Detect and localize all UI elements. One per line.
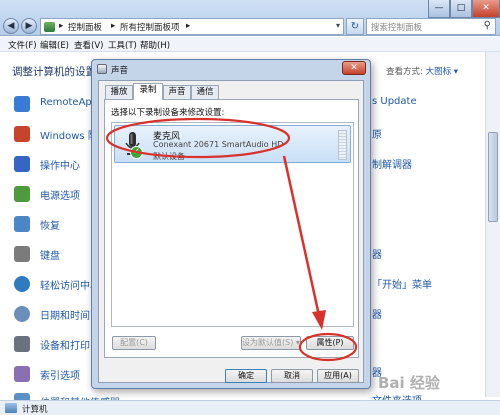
device-state: 默认设备 bbox=[153, 152, 185, 161]
instruction-text: 选择以下录制设备来修改设置: bbox=[111, 108, 225, 118]
cp-item-modem[interactable]: 制解调器 bbox=[372, 156, 412, 171]
cp-item-start-menu[interactable]: 「开始」菜单 bbox=[372, 276, 432, 291]
printer-icon bbox=[14, 336, 30, 352]
cancel-button[interactable]: 取消 bbox=[271, 369, 313, 383]
recording-page: 选择以下录制设备来修改设置: ✓ 麦克风 Conexant 20671 Smar… bbox=[104, 99, 359, 358]
minimize-button[interactable]: — bbox=[428, 0, 450, 18]
tab-recording[interactable]: 录制 bbox=[133, 83, 163, 100]
tab-sounds[interactable]: 声音 bbox=[163, 85, 191, 99]
set-default-button[interactable]: 设为默认值(S) ▾ bbox=[241, 336, 301, 350]
page-title: 调整计算机的设置 bbox=[12, 66, 96, 78]
computer-icon bbox=[5, 403, 17, 413]
address-separator: ▸ bbox=[59, 21, 64, 31]
tab-communications[interactable]: 通信 bbox=[191, 85, 219, 99]
remoteapp-icon bbox=[14, 96, 30, 112]
address-bar[interactable]: ▸ 控制面板 ▸ 所有控制面板项 ▸ ▾ bbox=[40, 18, 344, 35]
close-button[interactable]: ✕ bbox=[472, 0, 500, 18]
menu-bar: 文件(F) 编辑(E) 查看(V) 工具(T) 帮助(H) bbox=[0, 37, 500, 52]
dialog-titlebar[interactable]: 声音 ✕ bbox=[92, 60, 370, 78]
default-check-icon: ✓ bbox=[130, 146, 143, 159]
dialog-close-button[interactable]: ✕ bbox=[342, 61, 366, 75]
recovery-icon bbox=[14, 216, 30, 232]
magnifier-icon bbox=[14, 366, 30, 382]
device-list[interactable]: ✓ 麦克风 Conexant 20671 SmartAudio HD 默认设备 bbox=[111, 122, 354, 327]
apply-button[interactable]: 应用(A) bbox=[317, 369, 359, 383]
search-icon[interactable]: ⚲ bbox=[484, 20, 491, 31]
control-panel-titlebar: — □ ✕ ◀ ▶ ▸ 控制面板 ▸ 所有控制面板项 ▸ ▾ ↻ 搜索控制面板 … bbox=[0, 0, 500, 36]
device-item-microphone[interactable]: ✓ 麦克风 Conexant 20671 SmartAudio HD 默认设备 bbox=[114, 125, 351, 163]
back-button[interactable]: ◀ bbox=[3, 18, 19, 34]
tab-playback[interactable]: 播放 bbox=[105, 85, 133, 99]
view-mode-label: 查看方式: bbox=[386, 67, 423, 77]
control-panel-scrollbar[interactable] bbox=[485, 52, 500, 397]
menu-view[interactable]: 查看(V) bbox=[74, 39, 103, 51]
battery-icon bbox=[14, 186, 30, 202]
menu-help[interactable]: 帮助(H) bbox=[140, 39, 170, 51]
firewall-icon bbox=[14, 126, 30, 142]
screen: — □ ✕ ◀ ▶ ▸ 控制面板 ▸ 所有控制面板项 ▸ ▾ ↻ 搜索控制面板 … bbox=[0, 0, 500, 415]
scrollbar-thumb[interactable] bbox=[488, 132, 498, 222]
address-separator: ▸ bbox=[111, 21, 116, 31]
ok-button[interactable]: 确定 bbox=[225, 369, 267, 383]
forward-button[interactable]: ▶ bbox=[21, 18, 37, 34]
view-mode-value[interactable]: 大图标 ▾ bbox=[426, 67, 458, 77]
cp-item-right-2[interactable]: 原 bbox=[372, 126, 382, 141]
cp-item-right-4[interactable]: 器 bbox=[372, 246, 382, 261]
refresh-button[interactable]: ↻ bbox=[346, 18, 364, 35]
level-meter bbox=[338, 130, 347, 160]
address-separator: ▸ bbox=[186, 21, 191, 31]
dialog-body: 播放 录制 声音 通信 选择以下录制设备来修改设置: ✓ 麦克风 Conexan… bbox=[98, 80, 364, 383]
menu-edit[interactable]: 编辑(E) bbox=[40, 39, 69, 51]
flag-icon bbox=[14, 156, 30, 172]
sound-dialog: 声音 ✕ 播放 录制 声音 通信 选择以下录制设备来修改设置: ✓ 麦克风 Co… bbox=[91, 59, 371, 389]
properties-button[interactable]: 属性(P) bbox=[306, 336, 354, 350]
search-box[interactable]: 搜索控制面板 ⚲ bbox=[366, 18, 496, 35]
cp-item-windows-update[interactable]: s Update bbox=[372, 96, 417, 107]
address-dropdown-icon[interactable]: ▾ bbox=[336, 21, 340, 30]
cp-item-right-6[interactable]: 器 bbox=[372, 306, 382, 321]
status-bar: 计算机 bbox=[0, 400, 500, 415]
menu-tools[interactable]: 工具(T) bbox=[108, 39, 137, 51]
clock-icon bbox=[14, 306, 30, 322]
dialog-title: 声音 bbox=[111, 66, 129, 76]
status-text: 计算机 bbox=[22, 405, 48, 415]
menu-file[interactable]: 文件(F) bbox=[8, 39, 37, 51]
device-description: Conexant 20671 SmartAudio HD bbox=[153, 140, 284, 149]
keyboard-icon bbox=[14, 246, 30, 262]
view-mode[interactable]: 查看方式: 大图标 ▾ bbox=[386, 65, 458, 77]
configure-button[interactable]: 配置(C) bbox=[112, 336, 156, 350]
search-placeholder: 搜索控制面板 bbox=[371, 23, 423, 33]
watermark: Bai 经验 bbox=[378, 374, 440, 392]
breadcrumb-all-items[interactable]: 所有控制面板项 bbox=[120, 21, 180, 33]
control-panel-icon bbox=[44, 22, 55, 32]
maximize-button[interactable]: □ bbox=[450, 0, 472, 18]
breadcrumb-control-panel[interactable]: 控制面板 bbox=[68, 21, 102, 33]
speaker-icon bbox=[97, 64, 107, 74]
accessibility-icon bbox=[14, 276, 30, 292]
